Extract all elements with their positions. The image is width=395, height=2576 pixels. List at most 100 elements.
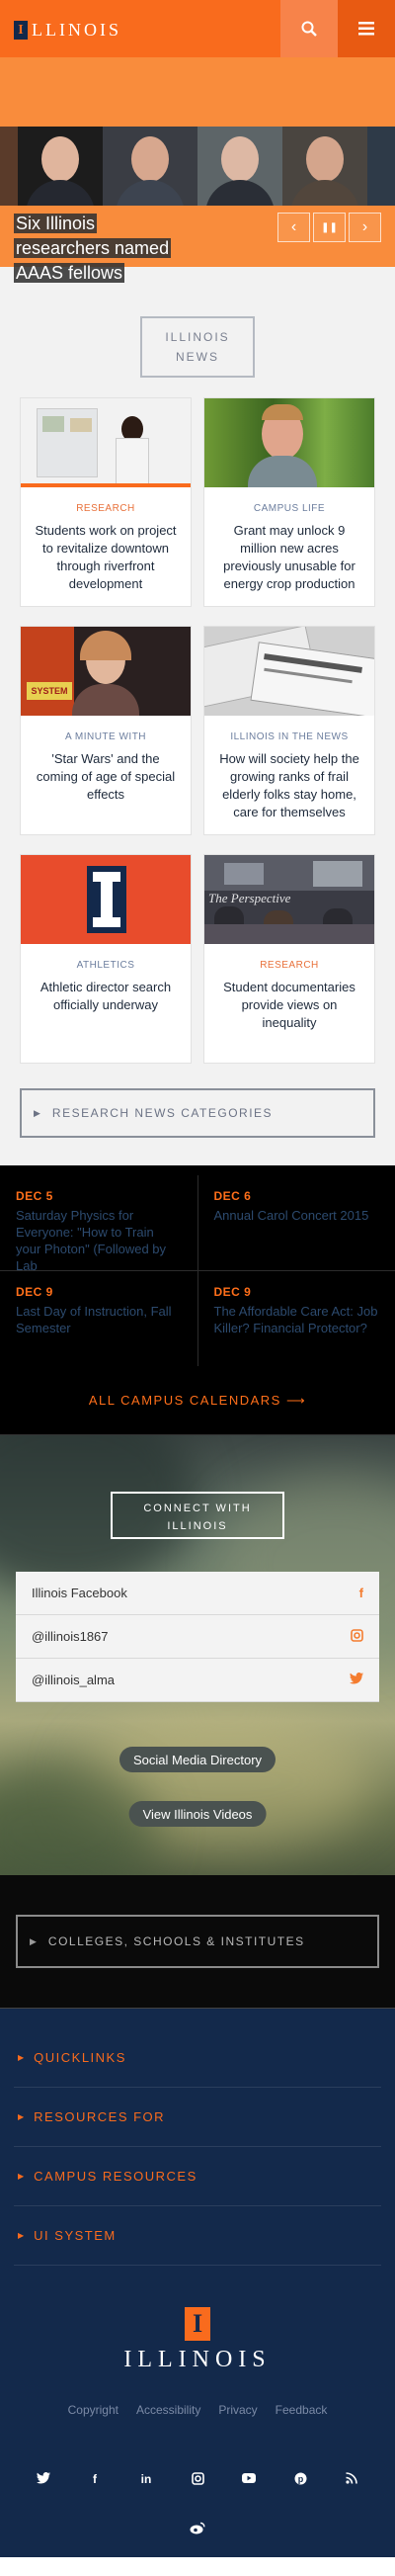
event-item[interactable]: DEC 6 Annual Carol Concert 2015 <box>198 1175 395 1270</box>
triangle-right-icon: ▶ <box>18 2231 25 2240</box>
news-headline: 'Star Wars' and the coming of age of spe… <box>36 751 176 802</box>
hero-photo <box>18 127 103 206</box>
colleges-section: ▶ COLLEGES, SCHOOLS & INSTITUTES <box>0 1875 395 2009</box>
weibo-icon[interactable] <box>190 2522 205 2537</box>
rss-icon[interactable] <box>343 2472 360 2488</box>
event-date: DEC 9 <box>16 1285 53 1299</box>
social-link-label: Illinois Facebook <box>32 1586 127 1600</box>
triangle-right-icon: ▶ <box>30 1935 37 1946</box>
footer-link-ui-system[interactable]: ▶ UI SYSTEM <box>14 2206 381 2266</box>
pinterest-icon[interactable]: p <box>291 2472 309 2488</box>
social-link-twitter[interactable]: @illinois_alma <box>16 1659 379 1702</box>
hero-photo <box>103 127 198 206</box>
footer-link-label: UI SYSTEM <box>34 2228 117 2243</box>
news-image <box>21 398 191 487</box>
news-category: ILLINOIS IN THE NEWS <box>230 731 349 742</box>
footer-link-quicklinks[interactable]: ▶ QUICKLINKS <box>14 2028 381 2088</box>
social-media-directory-button[interactable]: Social Media Directory <box>118 1747 276 1772</box>
news-category: ATHLETICS <box>76 960 135 971</box>
hero-photo-strip <box>0 127 395 206</box>
facebook-icon[interactable]: f <box>86 2472 104 2488</box>
view-illinois-videos-button[interactable]: View Illinois Videos <box>128 1801 267 1827</box>
news-image: The Perspective <box>204 855 374 944</box>
illinois-logo[interactable]: I LLINOIS <box>14 20 121 41</box>
hero-photo <box>0 127 18 206</box>
news-card[interactable]: ATHLETICS Athletic director search offic… <box>20 854 192 1064</box>
hero-top-band <box>0 57 395 127</box>
event-title: Saturday Physics for Everyone: "How to T… <box>16 1208 167 1270</box>
news-section-title[interactable]: ILLINOIS NEWS <box>140 316 255 378</box>
social-link-facebook[interactable]: Illinois Facebook f <box>16 1572 379 1615</box>
feedback-link[interactable]: Feedback <box>276 2403 328 2417</box>
news-grid: RESEARCH Students work on project to rev… <box>20 397 375 1082</box>
linkedin-icon[interactable]: in <box>137 2472 155 2488</box>
footer-link-label: QUICKLINKS <box>34 2050 126 2065</box>
all-campus-calendars-link[interactable]: ALL CAMPUS CALENDARS ⟶ <box>0 1366 395 1435</box>
event-date: DEC 9 <box>213 1285 252 1299</box>
instagram-icon[interactable] <box>189 2472 206 2488</box>
youtube-icon[interactable] <box>240 2472 258 2488</box>
footer-link-label: CAMPUS RESOURCES <box>34 2169 198 2184</box>
twitter-icon[interactable] <box>35 2472 52 2488</box>
chevron-left-icon: ‹ <box>290 218 297 235</box>
hero-photo <box>367 127 395 206</box>
news-card[interactable]: The Perspective RESEARCH Student documen… <box>203 854 375 1064</box>
chevron-right-icon: › <box>361 218 368 235</box>
event-title: Annual Carol Concert 2015 <box>213 1208 369 1223</box>
triangle-right-icon: ▶ <box>18 2053 25 2062</box>
accessibility-link[interactable]: Accessibility <box>136 2403 200 2417</box>
hero-caption-text: Six Illinois researchers named AAAS fell… <box>14 214 172 283</box>
menu-button[interactable] <box>338 0 395 57</box>
research-news-categories-button[interactable]: ▶ RESEARCH NEWS CATEGORIES <box>20 1088 375 1138</box>
news-card[interactable]: SYSTEM A MINUTE WITH 'Star Wars' and the… <box>20 626 192 835</box>
search-button[interactable] <box>280 0 338 57</box>
site-footer: ▶ QUICKLINKS ▶ RESOURCES FOR ▶ CAMPUS RE… <box>0 2009 395 2557</box>
news-image <box>204 398 374 487</box>
events-grid: DEC 5 Saturday Physics for Everyone: "Ho… <box>0 1175 395 1366</box>
event-item[interactable]: DEC 9 The Affordable Care Act: Job Kille… <box>198 1271 395 1366</box>
news-headline: Students work on project to revitalize d… <box>35 523 177 591</box>
footer-weibo <box>14 2522 381 2557</box>
social-section: CONNECT WITH ILLINOIS Illinois Facebook … <box>0 1435 395 1875</box>
connect-with-illinois-title: CONNECT WITH ILLINOIS <box>111 1492 284 1539</box>
events-section: DEC 5 Saturday Physics for Everyone: "Ho… <box>0 1165 395 1435</box>
news-image <box>204 627 374 716</box>
privacy-link[interactable]: Privacy <box>218 2403 257 2417</box>
social-link-label: @illinois1867 <box>32 1629 109 1644</box>
copyright-link[interactable]: Copyright <box>68 2403 118 2417</box>
prev-slide-button[interactable]: ‹ <box>277 213 310 242</box>
hero-caption[interactable]: Six Illinois researchers named AAAS fell… <box>14 212 182 286</box>
facebook-icon: f <box>358 1586 363 1600</box>
research-categories-label: RESEARCH NEWS CATEGORIES <box>51 1106 274 1120</box>
site-header: I LLINOIS <box>0 0 395 57</box>
footer-legal-links: Copyright Accessibility Privacy Feedback <box>14 2403 381 2417</box>
news-card[interactable]: CAMPUS LIFE Grant may unlock 9 million n… <box>203 397 375 607</box>
pause-slide-button[interactable]: ❚❚ <box>313 213 346 242</box>
news-category: RESEARCH <box>260 960 319 971</box>
news-image <box>21 855 191 944</box>
event-item[interactable]: DEC 9 Last Day of Instruction, Fall Seme… <box>0 1271 198 1366</box>
event-date: DEC 6 <box>213 1189 252 1203</box>
news-card[interactable]: RESEARCH Students work on project to rev… <box>20 397 192 607</box>
footer-link-resources-for[interactable]: ▶ RESOURCES FOR <box>14 2088 381 2147</box>
news-headline: Grant may unlock 9 million new acres pre… <box>223 523 356 591</box>
logo-wordmark: LLINOIS <box>32 20 121 40</box>
triangle-right-icon: ▶ <box>34 1107 40 1118</box>
social-link-label: @illinois_alma <box>32 1673 116 1687</box>
social-link-instagram[interactable]: @illinois1867 <box>16 1615 379 1659</box>
event-title: Last Day of Instruction, Fall Semester <box>16 1304 172 1335</box>
colleges-schools-institutes-button[interactable]: ▶ COLLEGES, SCHOOLS & INSTITUTES <box>16 1915 379 1968</box>
triangle-right-icon: ▶ <box>18 2172 25 2181</box>
hero-photo <box>282 127 367 206</box>
footer-link-campus-resources[interactable]: ▶ CAMPUS RESOURCES <box>14 2147 381 2206</box>
footer-logo-block-i: I <box>185 2307 210 2341</box>
event-item[interactable]: DEC 5 Saturday Physics for Everyone: "Ho… <box>0 1175 198 1270</box>
triangle-right-icon: ▶ <box>18 2112 25 2121</box>
menu-icon <box>358 22 374 36</box>
svg-text:p: p <box>297 2474 303 2484</box>
footer-logo[interactable]: I ILLINOIS <box>14 2307 381 2373</box>
news-image: SYSTEM <box>21 627 191 716</box>
search-icon <box>301 21 317 37</box>
news-card[interactable]: ILLINOIS IN THE NEWS How will society he… <box>203 626 375 835</box>
next-slide-button[interactable]: › <box>349 213 381 242</box>
